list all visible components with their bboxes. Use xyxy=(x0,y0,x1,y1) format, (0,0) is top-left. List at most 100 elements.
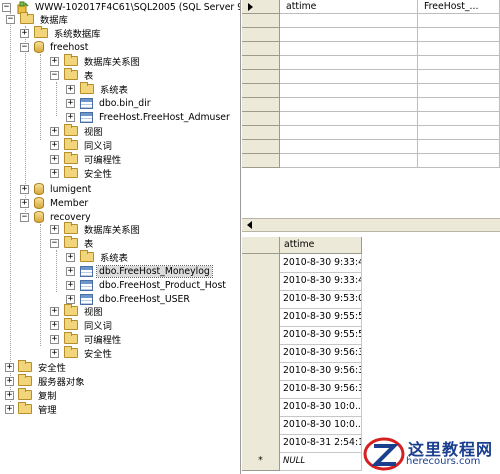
collapse-toggle[interactable]: − xyxy=(20,42,29,52)
expand-toggle[interactable]: + xyxy=(20,198,29,208)
tree-node-server-objects[interactable]: + 服务器对象 xyxy=(5,374,87,388)
results-row-selector[interactable] xyxy=(242,308,280,327)
tree-node-system-databases[interactable]: + 系统数据库 xyxy=(20,26,103,40)
results-row-selector[interactable] xyxy=(242,290,280,309)
tree-node-freehost-synonyms[interactable]: + 同义词 xyxy=(50,138,114,152)
tree-node-member[interactable]: + Member xyxy=(20,196,90,210)
expand-toggle[interactable]: + xyxy=(66,266,75,276)
expand-toggle[interactable]: + xyxy=(66,98,75,108)
expand-toggle[interactable]: + xyxy=(20,28,29,38)
results-row-selector[interactable] xyxy=(242,416,280,435)
expand-toggle[interactable]: + xyxy=(66,252,75,262)
tree-node-management[interactable]: + 管理 xyxy=(5,402,59,416)
grid-column-cell[interactable]: attime xyxy=(280,0,418,14)
collapse-toggle[interactable]: − xyxy=(2,2,11,12)
tree-node-replication[interactable]: + 复制 xyxy=(5,388,59,402)
grid-cell[interactable] xyxy=(280,140,418,154)
tree-node-recovery-views[interactable]: + 视图 xyxy=(50,304,105,318)
expand-toggle[interactable]: + xyxy=(50,334,59,344)
new-row-cell[interactable]: NULL xyxy=(280,452,362,471)
grid-cell[interactable] xyxy=(418,70,500,84)
results-row-selector[interactable] xyxy=(242,254,280,273)
grid-row-selector[interactable] xyxy=(242,154,280,168)
results-row-selector[interactable] xyxy=(242,434,280,453)
results-row-selector[interactable] xyxy=(242,398,280,417)
results-cell-attime[interactable]: 2010-8-30 9:55:52 xyxy=(280,308,362,327)
expand-toggle[interactable]: + xyxy=(20,184,29,194)
grid-cell[interactable] xyxy=(280,98,418,112)
results-cell-attime[interactable]: 2010-8-30 9:55:53 xyxy=(280,326,362,345)
results-row-selector[interactable] xyxy=(242,272,280,291)
tree-node-recovery-synonyms[interactable]: + 同义词 xyxy=(50,318,114,332)
tree-node-freehost[interactable]: − freehost xyxy=(20,40,90,54)
grid-cell[interactable] xyxy=(418,56,500,70)
grid-cell[interactable] xyxy=(280,126,418,140)
grid-cell[interactable] xyxy=(418,140,500,154)
tree-node-recovery-tables[interactable]: − 表 xyxy=(50,236,95,250)
grid-row-selector[interactable] xyxy=(242,84,280,98)
results-cell-attime[interactable]: 2010-8-30 10:0... xyxy=(280,416,362,435)
expand-toggle[interactable]: + xyxy=(5,376,14,386)
tree-node-table-product-host[interactable]: + dbo.FreeHost_Product_Host xyxy=(66,278,228,292)
expand-toggle[interactable]: + xyxy=(50,168,59,178)
grid-cell[interactable] xyxy=(280,28,418,42)
expand-toggle[interactable]: + xyxy=(50,140,59,150)
grid-row-selector[interactable] xyxy=(242,70,280,84)
grid-cell[interactable] xyxy=(418,126,500,140)
tree-node-freehost-security[interactable]: + 安全性 xyxy=(50,166,114,180)
tree-node-freehost-tables[interactable]: − 表 xyxy=(50,68,95,82)
grid-cell[interactable] xyxy=(280,154,418,168)
expand-toggle[interactable]: + xyxy=(66,84,75,94)
tree-node-lumigent[interactable]: + lumigent xyxy=(20,182,93,196)
expand-toggle[interactable]: + xyxy=(5,404,14,414)
results-column-header[interactable]: attime xyxy=(280,237,362,254)
results-cell-attime[interactable]: 2010-8-30 9:56:34 xyxy=(280,380,362,399)
tree-node-table-bin-dir[interactable]: + dbo.bin_dir xyxy=(66,96,153,110)
tree-node-recovery-programmability[interactable]: + 可编程性 xyxy=(50,332,123,346)
grid-cell[interactable] xyxy=(418,98,500,112)
grid-cell[interactable] xyxy=(280,14,418,28)
expand-toggle[interactable]: + xyxy=(50,154,59,164)
results-cell-attime[interactable]: 2010-8-30 9:53:05 xyxy=(280,290,362,309)
grid-row-selector[interactable] xyxy=(242,42,280,56)
grid-table-cell[interactable]: FreeHost_... xyxy=(418,0,500,14)
grid-cell[interactable] xyxy=(280,56,418,70)
grid-row-selector[interactable] xyxy=(242,14,280,28)
tree-node-recovery-diagrams[interactable]: + 数据库关系图 xyxy=(50,222,142,236)
expand-toggle[interactable]: + xyxy=(50,224,59,234)
grid-cell[interactable] xyxy=(418,154,500,168)
tree-node-freehost-programmability[interactable]: + 可编程性 xyxy=(50,152,123,166)
expand-toggle[interactable]: + xyxy=(5,362,14,372)
results-row-selector[interactable] xyxy=(242,380,280,399)
new-row-marker[interactable]: * xyxy=(242,452,280,471)
tree-node-table-admuser[interactable]: + FreeHost.FreeHost_Admuser xyxy=(66,110,232,124)
expand-toggle[interactable]: + xyxy=(50,348,59,358)
tree-node-recovery-security[interactable]: + 安全性 xyxy=(50,346,114,360)
collapse-toggle[interactable]: − xyxy=(50,70,59,80)
expand-toggle[interactable]: + xyxy=(66,112,75,122)
grid-cell[interactable] xyxy=(418,42,500,56)
collapse-toggle[interactable]: − xyxy=(50,238,59,248)
expand-toggle[interactable]: + xyxy=(50,56,59,66)
results-cell-attime[interactable]: 2010-8-31 2:54:1 xyxy=(280,434,362,453)
results-cell-attime[interactable]: 2010-8-30 9:56:34 xyxy=(280,362,362,381)
grid-row-selector[interactable] xyxy=(242,28,280,42)
grid-row-selector[interactable] xyxy=(242,56,280,70)
results-corner-header[interactable] xyxy=(242,237,280,254)
grid-cell[interactable] xyxy=(418,112,500,126)
collapse-toggle[interactable]: − xyxy=(20,212,29,222)
grid-cell[interactable] xyxy=(280,70,418,84)
expand-toggle[interactable]: + xyxy=(66,280,75,290)
tree-node-recovery-system-tables[interactable]: + 系统表 xyxy=(66,250,130,264)
expand-toggle[interactable]: + xyxy=(5,390,14,400)
results-cell-attime[interactable]: 2010-8-30 9:33:42 xyxy=(280,272,362,291)
grid-row-selector[interactable] xyxy=(242,98,280,112)
results-row-selector[interactable] xyxy=(242,362,280,381)
grid-row-selector[interactable] xyxy=(242,126,280,140)
grid-cell[interactable] xyxy=(418,28,500,42)
tree-node-databases[interactable]: − 数据库 xyxy=(6,12,70,26)
results-cell-attime[interactable]: 2010-8-30 10:0... xyxy=(280,398,362,417)
expand-toggle[interactable]: + xyxy=(66,294,75,304)
expand-toggle[interactable]: + xyxy=(50,320,59,330)
expand-toggle[interactable]: + xyxy=(50,306,59,316)
